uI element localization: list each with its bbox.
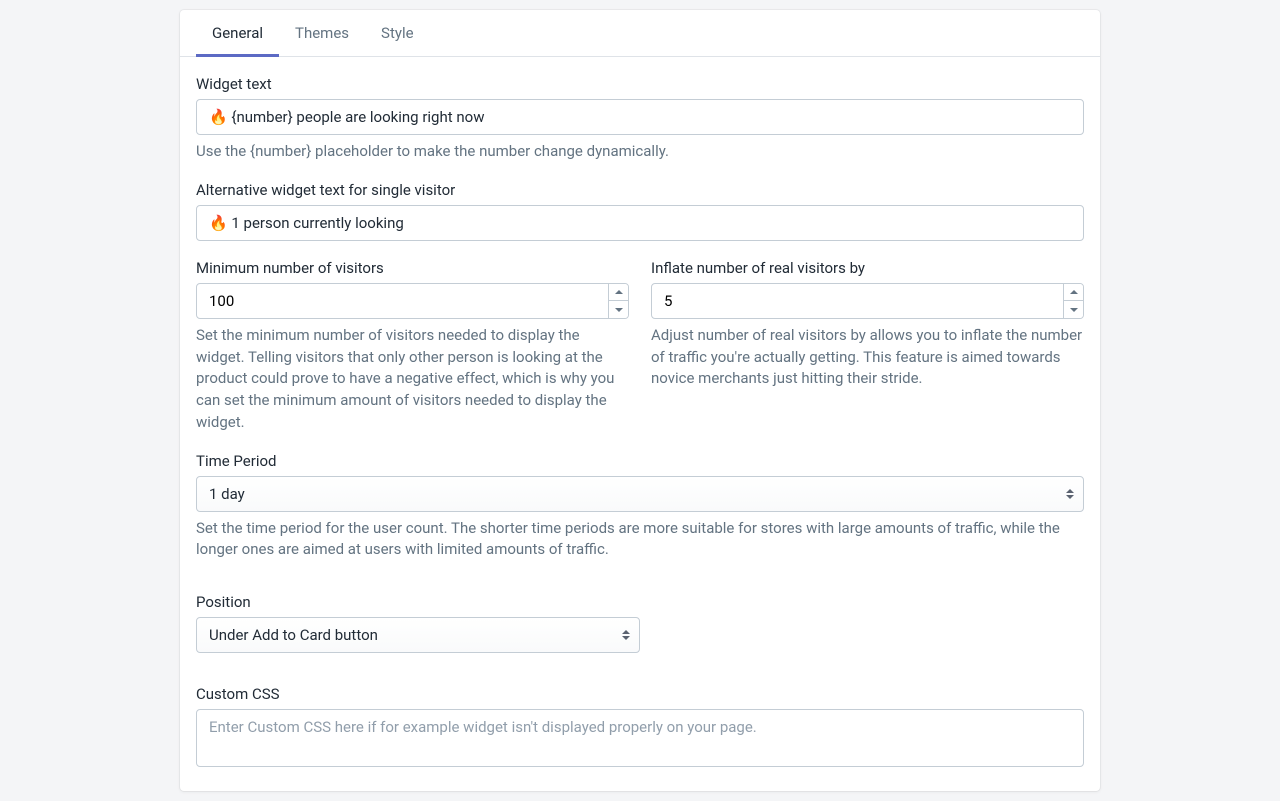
inflate-input[interactable]: [651, 283, 1084, 319]
min-visitors-label: Minimum number of visitors: [196, 259, 629, 277]
caret-down-icon: [615, 308, 623, 312]
custom-css-label: Custom CSS: [196, 685, 1084, 703]
inflate-help: Adjust number of real visitors by allows…: [651, 325, 1084, 390]
inflate-spinner: [651, 283, 1084, 319]
tab-general[interactable]: General: [196, 10, 279, 57]
position-value: Under Add to Card button: [196, 617, 640, 653]
caret-up-icon: [615, 290, 623, 294]
inflate-stepper: [1063, 284, 1083, 318]
alt-text-label: Alternative widget text for single visit…: [196, 181, 1084, 199]
min-visitors-stepper: [608, 284, 628, 318]
time-period-select[interactable]: 1 day: [196, 476, 1084, 512]
tabs: General Themes Style: [180, 10, 1100, 57]
tab-themes[interactable]: Themes: [279, 10, 365, 57]
time-period-label: Time Period: [196, 452, 1084, 470]
min-visitors-up[interactable]: [609, 284, 628, 302]
alt-text-input[interactable]: [196, 205, 1084, 241]
custom-css-input[interactable]: [196, 709, 1084, 767]
min-visitors-spinner: [196, 283, 629, 319]
custom-css-field: Custom CSS: [196, 685, 1084, 771]
position-select[interactable]: Under Add to Card button: [196, 617, 640, 653]
widget-text-input[interactable]: [196, 99, 1084, 135]
alt-text-field: Alternative widget text for single visit…: [196, 181, 1084, 241]
caret-up-icon: [1070, 290, 1078, 294]
widget-text-label: Widget text: [196, 75, 1084, 93]
min-visitors-help: Set the minimum number of visitors neede…: [196, 325, 629, 434]
inflate-label: Inflate number of real visitors by: [651, 259, 1084, 277]
content: Widget text Use the {number} placeholder…: [180, 57, 1100, 791]
caret-down-icon: [1070, 308, 1078, 312]
min-visitors-field: Minimum number of visitors Set the minim…: [196, 259, 629, 434]
time-period-value: 1 day: [196, 476, 1084, 512]
position-field: Position Under Add to Card button: [196, 593, 1084, 653]
widget-text-field: Widget text Use the {number} placeholder…: [196, 75, 1084, 163]
inflate-field: Inflate number of real visitors by Adjus…: [651, 259, 1084, 434]
widget-text-help: Use the {number} placeholder to make the…: [196, 141, 1084, 163]
inflate-down[interactable]: [1064, 301, 1083, 318]
row-visitors: Minimum number of visitors Set the minim…: [196, 259, 1084, 452]
inflate-up[interactable]: [1064, 284, 1083, 302]
position-label: Position: [196, 593, 1084, 611]
settings-card: General Themes Style Widget text Use the…: [180, 10, 1100, 791]
min-visitors-input[interactable]: [196, 283, 629, 319]
tab-style[interactable]: Style: [365, 10, 430, 57]
min-visitors-down[interactable]: [609, 301, 628, 318]
time-period-help: Set the time period for the user count. …: [196, 518, 1084, 562]
time-period-field: Time Period 1 day Set the time period fo…: [196, 452, 1084, 562]
